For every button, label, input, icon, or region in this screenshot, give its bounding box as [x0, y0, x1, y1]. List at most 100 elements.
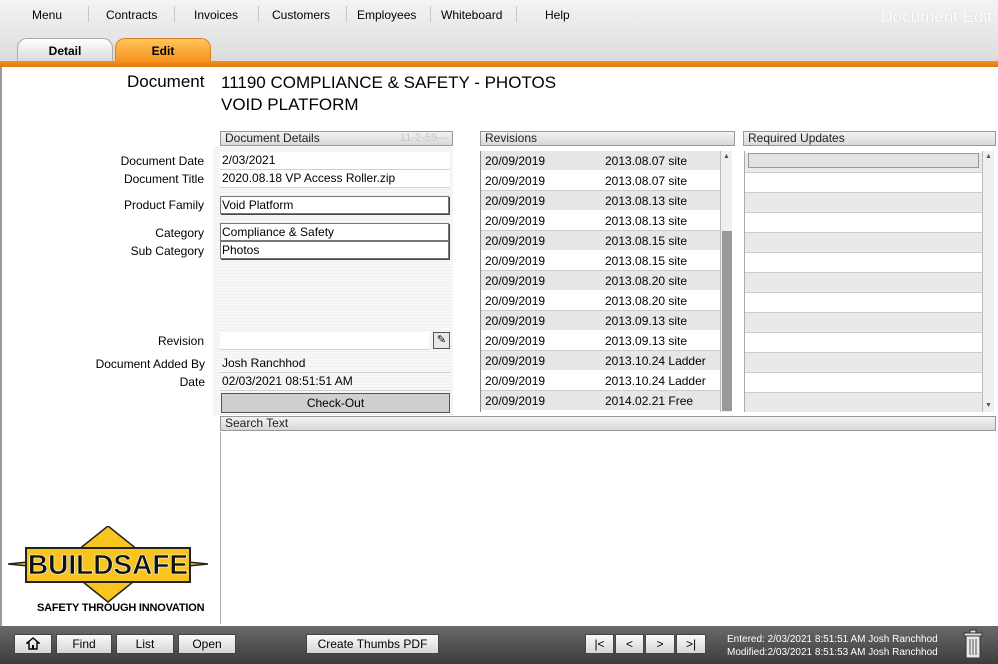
list-item[interactable]: [745, 373, 982, 393]
menu-divider: [346, 6, 347, 22]
document-title-field[interactable]: 2020.08.18 VP Access Roller.zip: [220, 170, 450, 188]
menu-item-menu[interactable]: Menu: [32, 8, 62, 22]
revision-name: 2014.02.21 Free: [605, 394, 694, 408]
list-item[interactable]: 20/09/2019 2013.08.15 site: [481, 231, 720, 251]
added-by-value: Josh Ranchhod: [220, 355, 450, 373]
home-button[interactable]: [14, 634, 52, 654]
revisions-scrollbar[interactable]: ▲: [720, 151, 732, 412]
revision-date: 20/09/2019: [485, 234, 546, 248]
document-date-field[interactable]: 2/03/2021: [220, 152, 450, 170]
list-button[interactable]: List: [116, 634, 174, 654]
added-by-label: Document Added By: [95, 357, 205, 371]
menu-item-invoices[interactable]: Invoices: [194, 8, 238, 22]
tab-detail[interactable]: Detail: [17, 38, 113, 62]
revision-name: 2013.08.07 site: [605, 154, 688, 168]
document-date-label: Document Date: [120, 154, 204, 168]
menu-divider: [258, 6, 259, 22]
menu-item-customers[interactable]: Customers: [272, 8, 330, 22]
revision-name: 2013.09.13 site: [605, 334, 688, 348]
product-family-label: Product Family: [123, 198, 204, 212]
sub-category-label: Sub Category: [130, 244, 204, 258]
modified-info: Modified:2/03/2021 8:51:53 AM Josh Ranch…: [727, 647, 938, 658]
home-icon: [25, 637, 41, 650]
tab-edit[interactable]: Edit: [115, 38, 211, 62]
create-thumbs-pdf-button[interactable]: Create Thumbs PDF: [306, 634, 439, 654]
list-item[interactable]: 20/09/2019 2013.08.07 site: [481, 171, 720, 191]
list-item[interactable]: 20/09/2019 2013.08.20 site: [481, 271, 720, 291]
revision-name: 2013.08.13 site: [605, 194, 688, 208]
revision-name: 2013.09.13 site: [605, 314, 688, 328]
search-text-header: Search Text: [220, 416, 996, 431]
product-family-select[interactable]: Void Platform: [220, 196, 449, 214]
entered-info: Entered: 2/03/2021 8:51:51 AM Josh Ranch…: [727, 634, 938, 645]
nav-next-button[interactable]: >: [645, 634, 675, 654]
trash-icon[interactable]: [962, 628, 984, 660]
list-item[interactable]: 20/09/2019 2013.10.24 Ladder: [481, 351, 720, 371]
revision-field[interactable]: [220, 332, 429, 350]
list-item[interactable]: [745, 153, 982, 173]
revision-date: 20/09/2019: [485, 154, 546, 168]
list-item[interactable]: [745, 233, 982, 253]
added-date-value: 02/03/2021 08:51:51 AM: [220, 373, 450, 391]
list-item[interactable]: [745, 173, 982, 193]
list-item[interactable]: [745, 193, 982, 213]
required-update-field[interactable]: [748, 153, 979, 168]
menu-item-help[interactable]: Help: [545, 8, 570, 22]
scroll-down-icon[interactable]: ▼: [983, 400, 994, 411]
tab-underline-bar: [0, 61, 998, 67]
revision-name: 2013.10.24 Ladder: [605, 374, 706, 388]
list-item[interactable]: [745, 273, 982, 293]
revision-name: 2013.08.07 site: [605, 174, 688, 188]
revision-date: 20/09/2019: [485, 254, 546, 268]
edit-icon[interactable]: ✎: [433, 332, 450, 349]
find-button[interactable]: Find: [56, 634, 112, 654]
scroll-up-icon[interactable]: ▲: [721, 151, 732, 162]
list-item[interactable]: 20/09/2019 2013.08.07 site: [481, 151, 720, 171]
check-out-button[interactable]: Check-Out: [221, 393, 450, 413]
list-item[interactable]: 20/09/2019 2013.08.15 site: [481, 251, 720, 271]
scroll-thumb[interactable]: [722, 231, 732, 411]
list-item[interactable]: [745, 333, 982, 353]
document-details-header-faint: 11-2-59—: [399, 132, 448, 144]
list-item[interactable]: 20/09/2019 2013.08.13 site: [481, 191, 720, 211]
revision-name: 2013.08.20 site: [605, 274, 688, 288]
list-item[interactable]: [745, 293, 982, 313]
required-updates-scrollbar[interactable]: ▲ ▼: [982, 151, 994, 412]
menu-item-whiteboard[interactable]: Whiteboard: [441, 8, 502, 22]
document-title-line2: VOID PLATFORM: [221, 95, 359, 114]
nav-prev-button[interactable]: <: [615, 634, 644, 654]
revision-date: 20/09/2019: [485, 174, 546, 188]
sub-category-select[interactable]: Photos: [220, 241, 449, 259]
logo-brand-text: BUILDSAFE: [28, 549, 188, 580]
nav-first-button[interactable]: |<: [585, 634, 614, 654]
required-updates-header: Required Updates: [743, 131, 996, 146]
category-select[interactable]: Compliance & Safety: [220, 223, 449, 241]
revision-date: 20/09/2019: [485, 194, 546, 208]
left-border: [0, 67, 2, 627]
category-label: Category: [155, 226, 204, 240]
menu-item-contracts[interactable]: Contracts: [106, 8, 157, 22]
revision-label: Revision: [157, 334, 204, 348]
list-item[interactable]: 20/09/2019 2014.02.21 Free: [481, 391, 720, 411]
list-item[interactable]: 20/09/2019 2013.08.13 site: [481, 211, 720, 231]
list-item[interactable]: 20/09/2019 2013.08.20 site: [481, 291, 720, 311]
revision-date: 20/09/2019: [485, 354, 546, 368]
menu-divider: [430, 6, 431, 22]
list-item[interactable]: [745, 253, 982, 273]
list-item[interactable]: 20/09/2019 2013.09.13 site: [481, 331, 720, 351]
list-item[interactable]: 20/09/2019 2013.09.13 site: [481, 311, 720, 331]
list-item[interactable]: [745, 313, 982, 333]
revision-date: 20/09/2019: [485, 314, 546, 328]
list-item[interactable]: 20/09/2019 2013.10.24 Ladder: [481, 371, 720, 391]
nav-last-button[interactable]: >|: [676, 634, 706, 654]
list-item[interactable]: [745, 353, 982, 373]
revision-date: 20/09/2019: [485, 334, 546, 348]
list-item[interactable]: [745, 213, 982, 233]
scroll-up-icon[interactable]: ▲: [983, 151, 994, 162]
menu-item-employees[interactable]: Employees: [357, 8, 416, 22]
search-text-area[interactable]: [220, 432, 996, 624]
list-item[interactable]: [745, 393, 982, 412]
revisions-list: 20/09/2019 2013.08.07 site 20/09/2019 2013…: [480, 151, 720, 412]
revision-name: 2013.08.13 site: [605, 214, 688, 228]
open-button[interactable]: Open: [178, 634, 236, 654]
